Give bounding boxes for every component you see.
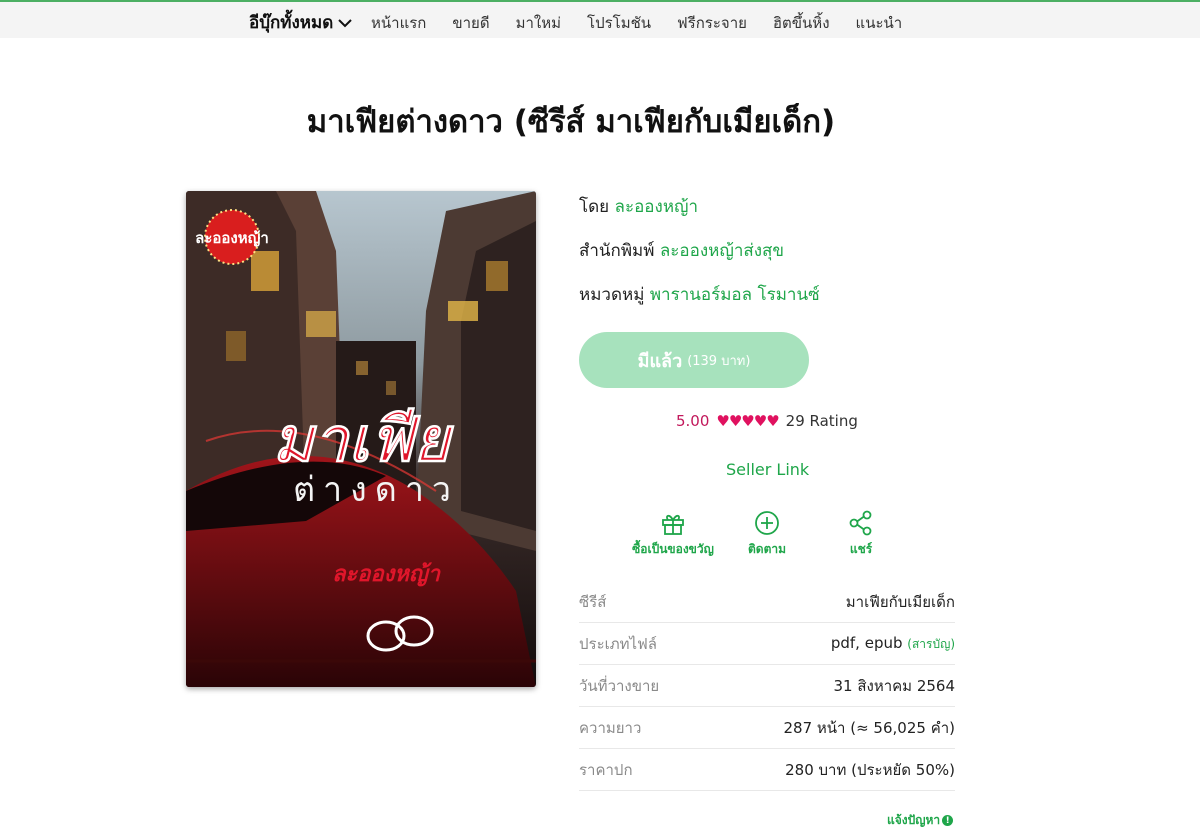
info-value: pdf, epub [830, 633, 903, 652]
table-of-contents-link[interactable]: (สารบัญ) [907, 637, 955, 651]
share-button[interactable]: แชร์ [838, 509, 884, 559]
seller-link[interactable]: Seller Link [726, 460, 809, 479]
info-value-wrap: pdf, epub (สารบัญ) [831, 634, 955, 654]
cover-title-line1: มาเฟีย [272, 403, 454, 476]
gift-icon [662, 514, 684, 535]
info-key: ราคาปก [579, 760, 633, 779]
cover-publisher-logo: ละอองหญ้า [195, 229, 269, 247]
nav-item-bestseller[interactable]: ขายดี [452, 11, 489, 35]
info-key: ซีรีส์ [579, 592, 607, 611]
nav-item-hits[interactable]: ฮิตขึ้นหิ้ง [773, 11, 830, 35]
price-note: (139 บาท) [687, 353, 751, 369]
info-value: มาเฟียกับเมียเด็ก [845, 592, 955, 611]
nav-links: หน้าแรก ขายดี มาใหม่ โปรโมชัน ฟรีกระจาย … [371, 11, 928, 35]
nav-item-new[interactable]: มาใหม่ [516, 11, 561, 35]
gift-button[interactable]: ซื้อเป็นของขวัญ [630, 509, 716, 559]
info-value: 31 สิงหาคม 2564 [833, 676, 955, 695]
info-value: 280 บาท (ประหยัด 50%) [785, 760, 955, 779]
book-info-table: ซีรีส์ มาเฟียกับเมียเด็ก ประเภทไฟล์ pdf,… [579, 581, 955, 791]
plus-circle-icon [755, 511, 779, 535]
publisher-row: สำนักพิมพ์ ละอองหญ้าส่งสุข [579, 237, 784, 264]
info-key: ประเภทไฟล์ [579, 634, 657, 653]
nav-item-free[interactable]: ฟรีกระจาย [677, 11, 747, 35]
follow-button[interactable]: ติดตาม [742, 509, 792, 559]
info-key: ความยาว [579, 718, 642, 737]
author-label: โดย [579, 197, 610, 217]
report-label: แจ้งปัญหา [887, 813, 941, 827]
category-row: หมวดหมู่ พารานอร์มอล โรมานซ์ [579, 281, 820, 308]
book-cover-art: ละอองหญ้า มาเฟีย ต่างดาว ละอองหญ้า [186, 191, 536, 687]
report-problem-link[interactable]: แจ้งปัญหา ! [887, 811, 954, 830]
share-label: แชร์ [849, 542, 873, 556]
exclamation-icon: ! [942, 815, 954, 826]
top-navbar: อีบุ๊กทั้งหมด หน้าแรก ขายดี มาใหม่ โปรโม… [0, 2, 1200, 38]
info-row-cover-price: ราคาปก 280 บาท (ประหยัด 50%) [579, 749, 955, 791]
rating-count: 29 Rating [785, 412, 858, 430]
follow-label: ติดตาม [747, 542, 787, 556]
info-row-series: ซีรีส์ มาเฟียกับเมียเด็ก [579, 581, 955, 623]
author-row: โดย ละอองหญ้า [579, 193, 698, 220]
owned-button[interactable]: มีแล้ว (139 บาท) [579, 332, 809, 388]
nav-item-promotion[interactable]: โปรโมชัน [587, 11, 651, 35]
publisher-label: สำนักพิมพ์ [579, 241, 655, 261]
all-ebooks-menu[interactable]: อีบุ๊กทั้งหมด [249, 9, 353, 36]
nav-item-home[interactable]: หน้าแรก [371, 11, 426, 35]
rating-score: 5.00 [676, 412, 710, 430]
rating-summary[interactable]: 5.00 ♥♥♥♥♥ 29 Rating [676, 412, 858, 430]
owned-label: มีแล้ว [637, 350, 683, 372]
chevron-down-icon [338, 18, 352, 27]
info-row-length: ความยาว 287 หน้า (≈ 56,025 คำ) [579, 707, 955, 749]
heart-rating-icons: ♥♥♥♥♥ [716, 412, 779, 430]
info-key: วันที่วางขาย [579, 676, 660, 695]
cover-title-line2: ต่างดาว [293, 470, 459, 510]
share-icon [849, 510, 872, 536]
category-link[interactable]: พารานอร์มอล โรมานซ์ [650, 285, 820, 305]
book-cover[interactable]: ละอองหญ้า มาเฟีย ต่างดาว ละอองหญ้า [186, 191, 536, 687]
info-row-file-type: ประเภทไฟล์ pdf, epub (สารบัญ) [579, 623, 955, 665]
info-row-release-date: วันที่วางขาย 31 สิงหาคม 2564 [579, 665, 955, 707]
category-label: หมวดหมู่ [579, 285, 645, 305]
page-title: มาเฟียต่างดาว (ซีรีส์ มาเฟียกับเมียเด็ก) [306, 104, 836, 140]
gift-label: ซื้อเป็นของขวัญ [632, 542, 714, 556]
author-link[interactable]: ละอองหญ้า [615, 197, 699, 217]
publisher-link[interactable]: ละอองหญ้าส่งสุข [660, 241, 784, 261]
nav-item-recommended[interactable]: แนะนำ [856, 11, 903, 35]
cover-author-signature: ละอองหญ้า [332, 561, 442, 587]
all-ebooks-label: อีบุ๊กทั้งหมด [249, 13, 334, 33]
info-value: 287 หน้า (≈ 56,025 คำ) [783, 718, 955, 737]
